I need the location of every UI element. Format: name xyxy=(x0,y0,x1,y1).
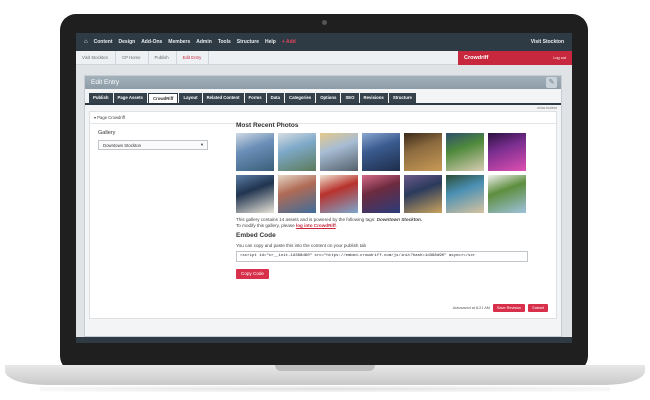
breadcrumb-publish[interactable]: Publish xyxy=(149,50,177,65)
gallery-column: Gallery Downtown Stockton ▾ xyxy=(98,130,218,150)
gallery-select-value: Downtown Stockton xyxy=(103,142,141,148)
photo-5[interactable] xyxy=(404,133,442,171)
photo-4[interactable] xyxy=(362,133,400,171)
nav-help[interactable]: Help xyxy=(265,39,276,45)
photo-8[interactable] xyxy=(236,175,274,213)
laptop-shadow xyxy=(40,386,610,392)
embed-code-field[interactable]: <script id="cr__init-1d368d90" src="http… xyxy=(236,251,528,262)
photo-3[interactable] xyxy=(320,133,358,171)
brand-bar: Crowdriff Log out xyxy=(458,51,572,65)
photo-9[interactable] xyxy=(278,175,316,213)
modify-text: To modify this gallery, please xyxy=(236,223,296,228)
home-icon[interactable]: ⌂ xyxy=(84,39,88,45)
modify-suffix: . xyxy=(335,223,338,228)
laptop-mockup: ⌂ Content Design Add-Ons Members Admin T… xyxy=(0,0,650,400)
breadcrumb-cp-home[interactable]: CP Home xyxy=(116,50,149,65)
photo-1[interactable] xyxy=(236,133,274,171)
visit-site-link[interactable]: Visit Stockton xyxy=(531,39,564,45)
tab-publish[interactable]: Publish xyxy=(89,93,113,103)
page-title: Edit Entry xyxy=(91,79,120,86)
laptop-notch xyxy=(275,365,375,371)
pencil-icon[interactable]: ✎ xyxy=(546,77,557,88)
photo-12[interactable] xyxy=(404,175,442,213)
photo-6[interactable] xyxy=(446,133,484,171)
tab-revisions[interactable]: Revisions xyxy=(359,93,388,103)
copy-code-button[interactable]: Copy Code xyxy=(236,269,269,279)
save-revision-button[interactable]: Save Revision xyxy=(492,304,526,312)
nav-add-ons[interactable]: Add-Ons xyxy=(141,39,162,45)
nav-members[interactable]: Members xyxy=(168,39,190,45)
gallery-description-text: This gallery contains 14 assets and is p… xyxy=(236,217,377,222)
nav-structure[interactable]: Structure xyxy=(237,39,259,45)
tab-related-content[interactable]: Related Content xyxy=(202,93,244,103)
gallery-tags: Downtown Stockton. xyxy=(376,217,423,222)
photo-7[interactable] xyxy=(488,133,526,171)
publish-footer: Autosaved at 8:21 AM Save Revision Submi… xyxy=(453,304,548,312)
logout-link[interactable]: Log out xyxy=(553,56,566,60)
camera-icon xyxy=(322,20,327,25)
edit-entry-panel: Edit Entry ✎ Publish Page Assets CrowdRi… xyxy=(84,75,562,337)
photo-2[interactable] xyxy=(278,133,316,171)
photo-11[interactable] xyxy=(362,175,400,213)
gallery-label: Gallery xyxy=(98,130,116,136)
top-navigation: ⌂ Content Design Add-Ons Members Admin T… xyxy=(76,33,572,51)
photo-14[interactable] xyxy=(488,175,526,213)
breadcrumb: Visit Stockton CP Home Publish Edit Entr… xyxy=(76,50,572,65)
tab-page-assets[interactable]: Page Assets xyxy=(113,93,147,103)
submit-button[interactable]: Submit xyxy=(528,304,548,312)
photo-grid xyxy=(236,133,536,213)
embed-hint: You can copy and paste this into the con… xyxy=(236,243,367,248)
tab-crowdriff[interactable]: CrowdRiff xyxy=(147,93,179,103)
tab-content: ▾ Page Crowdriff Gallery Downtown Stockt… xyxy=(89,111,557,319)
tab-forms[interactable]: Forms xyxy=(244,93,266,103)
gallery-select[interactable]: Downtown Stockton ▾ xyxy=(98,140,208,150)
brand-name: Crowdriff xyxy=(464,55,489,61)
nav-admin[interactable]: Admin xyxy=(196,39,212,45)
panel-header: Edit Entry ✎ xyxy=(85,76,561,89)
nav-content[interactable]: Content xyxy=(94,39,113,45)
laptop-screen: ⌂ Content Design Add-Ons Members Admin T… xyxy=(76,33,572,343)
nav-add[interactable]: + Add xyxy=(282,39,296,45)
tab-data[interactable]: Data xyxy=(266,93,284,103)
tab-structure[interactable]: Structure xyxy=(388,93,416,103)
tab-options[interactable]: Options xyxy=(316,93,341,103)
gallery-description: This gallery contains 14 assets and is p… xyxy=(236,217,536,229)
crowdriff-login-link[interactable]: log into CrowdRiff xyxy=(296,223,336,228)
tab-categories[interactable]: Categories xyxy=(284,93,316,103)
tab-seo[interactable]: SEO xyxy=(341,93,359,103)
entry-tabs: Publish Page Assets CrowdRiff Layout Rel… xyxy=(85,89,561,105)
nav-tools[interactable]: Tools xyxy=(218,39,231,45)
nav-design[interactable]: Design xyxy=(119,39,136,45)
photo-10[interactable] xyxy=(320,175,358,213)
embed-code-heading: Embed Code xyxy=(236,232,276,239)
recent-photos-heading: Most Recent Photos xyxy=(236,122,299,129)
recent-photos-column: Most Recent Photos This gallery contains… xyxy=(236,122,536,280)
breadcrumb-site[interactable]: Visit Stockton xyxy=(76,50,116,65)
chevron-down-icon: ▾ xyxy=(200,142,203,147)
breadcrumb-edit-entry: Edit Entry xyxy=(177,50,210,65)
screen-footer-bar xyxy=(76,337,572,343)
photo-13[interactable] xyxy=(446,175,484,213)
autosave-status: Autosaved at 8:21 AM xyxy=(452,306,490,310)
tab-layout[interactable]: Layout xyxy=(179,93,202,103)
